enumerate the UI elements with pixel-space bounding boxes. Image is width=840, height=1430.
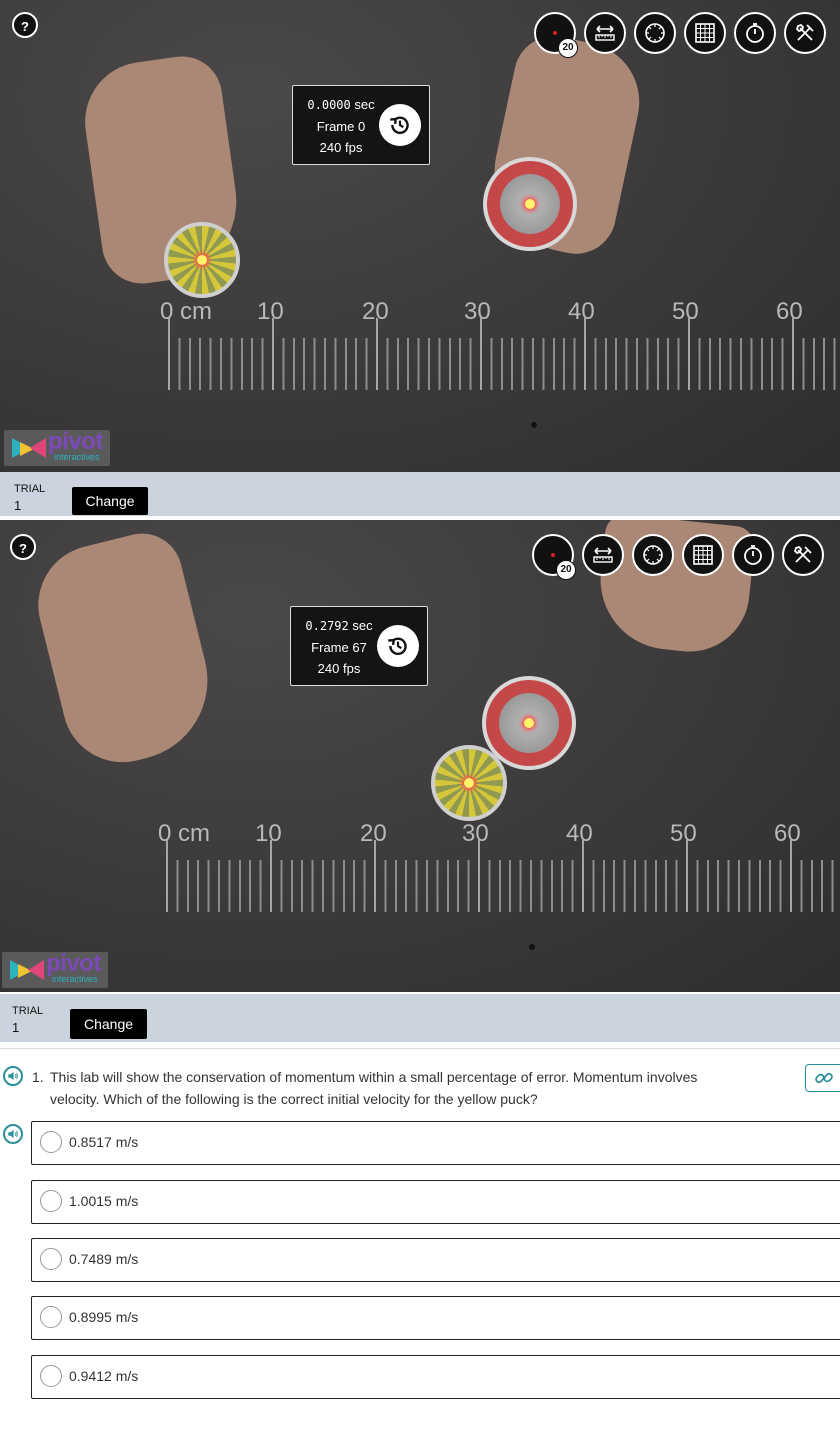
- stopwatch-icon: [744, 545, 762, 565]
- time-unit: sec: [352, 618, 373, 633]
- grid-icon: [693, 545, 713, 565]
- read-question-button[interactable]: [3, 1066, 23, 1086]
- change-trial-button[interactable]: Change: [72, 487, 148, 515]
- yellow-puck: [164, 222, 240, 298]
- time-display: 0.2792 sec Frame 67 240 fps: [290, 606, 428, 686]
- pivot-logo: pivot interactives: [4, 428, 110, 466]
- reset-time-button[interactable]: [377, 625, 419, 667]
- ruler-tool-icon: [595, 25, 615, 41]
- protractor-icon: [643, 545, 663, 565]
- puck-marker: [525, 199, 535, 209]
- radio-button[interactable]: [40, 1306, 62, 1328]
- trial-number: 1: [14, 498, 22, 513]
- help-button[interactable]: ?: [12, 12, 38, 38]
- divider: [0, 1048, 840, 1049]
- reset-time-button[interactable]: [379, 104, 421, 146]
- fps-label: 240 fps: [317, 661, 361, 676]
- question-text: 1. This lab will show the conservation of…: [32, 1066, 732, 1110]
- history-icon: [390, 116, 409, 134]
- point-count-badge: 20: [558, 38, 578, 58]
- question-line-2: velocity. Which of the following is the …: [50, 1091, 538, 1107]
- radio-button[interactable]: [40, 1190, 62, 1212]
- copy-link-button[interactable]: [805, 1064, 840, 1092]
- table-mark: [531, 422, 537, 428]
- ruler-major-ticks: [168, 318, 840, 390]
- protractor-tool-button[interactable]: [634, 12, 676, 54]
- trial-bar-2: TRIAL 1 Change: [0, 994, 840, 1042]
- red-puck: [483, 157, 577, 251]
- answer-option[interactable]: 0.8517 m/s: [31, 1121, 840, 1165]
- puck-marker: [464, 778, 474, 788]
- option-label: 0.7489 m/s: [69, 1251, 139, 1267]
- answer-option[interactable]: 1.0015 m/s: [31, 1180, 840, 1224]
- fps-label: 240 fps: [319, 140, 363, 155]
- read-options-button[interactable]: [3, 1124, 23, 1144]
- time-value: 0.2792: [305, 619, 349, 633]
- tool-bar: 20: [532, 534, 824, 580]
- logo-sub: interactives: [52, 974, 98, 984]
- trial-label: TRIAL: [12, 1005, 44, 1017]
- table-mark: [529, 944, 535, 950]
- grid-tool-button[interactable]: [682, 534, 724, 576]
- link-icon: [815, 1072, 833, 1084]
- time-display: 0.0000 sec Frame 0 240 fps: [292, 85, 430, 165]
- stopwatch-icon: [746, 23, 764, 43]
- pivot-logo: pivot interactives: [2, 950, 108, 988]
- answer-option[interactable]: 0.7489 m/s: [31, 1238, 840, 1282]
- question-line-1: This lab will show the conservation of m…: [50, 1069, 698, 1085]
- point-count-badge: 20: [556, 560, 576, 580]
- tools-button[interactable]: [784, 12, 826, 54]
- answer-option[interactable]: 0.8995 m/s: [31, 1296, 840, 1340]
- stopwatch-tool-button[interactable]: [732, 534, 774, 576]
- option-label: 0.8995 m/s: [69, 1309, 139, 1325]
- tools-icon: [793, 545, 812, 563]
- speaker-icon: [8, 1071, 18, 1081]
- option-label: 0.9412 m/s: [69, 1368, 139, 1384]
- frame-label: Frame 0: [316, 119, 366, 134]
- video-viewer-2[interactable]: ? 20 0.2792 sec Frame 67 240 fps 0 cm 10…: [0, 520, 840, 992]
- ruler-major-ticks: [166, 840, 838, 912]
- ruler-tool-icon: [593, 547, 613, 563]
- puck-marker: [197, 255, 207, 265]
- history-icon: [388, 637, 407, 655]
- radio-button[interactable]: [40, 1248, 62, 1270]
- grid-icon: [695, 23, 715, 43]
- point-tool-button[interactable]: 20: [534, 12, 578, 58]
- tools-icon: [795, 23, 814, 41]
- question-panel: 1. This lab will show the conservation of…: [0, 1048, 840, 1430]
- speaker-icon: [8, 1129, 18, 1139]
- puck-marker: [524, 718, 534, 728]
- grid-tool-button[interactable]: [684, 12, 726, 54]
- frame-label: Frame 67: [311, 640, 367, 655]
- logo-sub: interactives: [54, 452, 100, 462]
- video-viewer-1[interactable]: ? 20 0.0000 sec Frame 0 240 fps 0 cm 10 …: [0, 0, 840, 472]
- tool-bar: 20: [534, 12, 826, 58]
- option-label: 0.8517 m/s: [69, 1134, 139, 1150]
- protractor-tool-button[interactable]: [632, 534, 674, 576]
- ruler-tool-button[interactable]: [584, 12, 626, 54]
- time-value: 0.0000: [307, 98, 351, 112]
- option-label: 1.0015 m/s: [69, 1193, 139, 1209]
- time-unit: sec: [354, 97, 375, 112]
- protractor-icon: [645, 23, 665, 43]
- radio-button[interactable]: [40, 1365, 62, 1387]
- ruler-tool-button[interactable]: [582, 534, 624, 576]
- stopwatch-tool-button[interactable]: [734, 12, 776, 54]
- answer-option[interactable]: 0.9412 m/s: [31, 1355, 840, 1399]
- radio-button[interactable]: [40, 1131, 62, 1153]
- help-button[interactable]: ?: [10, 534, 36, 560]
- change-trial-button[interactable]: Change: [70, 1009, 147, 1039]
- question-number: 1.: [32, 1069, 44, 1085]
- tools-button[interactable]: [782, 534, 824, 576]
- yellow-puck: [431, 745, 507, 821]
- point-tool-button[interactable]: 20: [532, 534, 576, 580]
- trial-number: 1: [12, 1020, 20, 1035]
- trial-bar-1: TRIAL 1 Change: [0, 472, 840, 516]
- trial-label: TRIAL: [14, 483, 46, 495]
